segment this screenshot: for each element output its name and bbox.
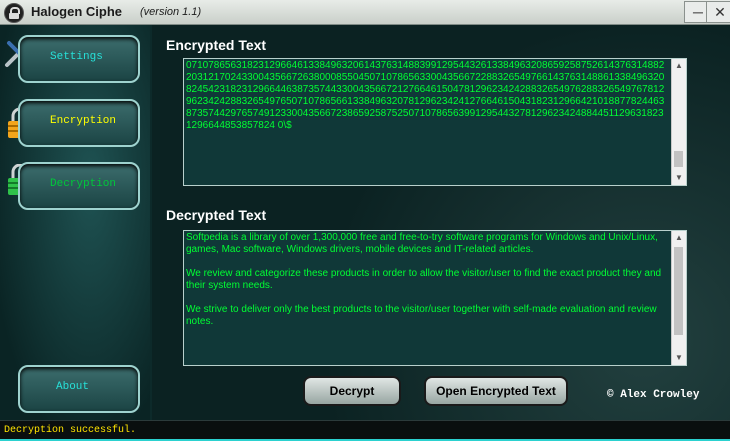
lock-icon: [4, 3, 24, 23]
app-title: Halogen Ciphe: [31, 4, 123, 19]
status-bar: Decryption successful.: [0, 420, 730, 441]
decryption-label: Decryption: [50, 178, 117, 190]
scroll-up-icon[interactable]: ▲: [672, 231, 686, 245]
sidebar: Settings Encryption Decryption About: [0, 25, 150, 420]
settings-button[interactable]: Settings: [18, 35, 140, 83]
status-message: Decryption successful.: [4, 425, 137, 436]
encrypted-scrollbar[interactable]: ▲ ▼: [671, 59, 686, 185]
settings-label: Settings: [50, 51, 103, 63]
decrypted-text-area[interactable]: Softpedia is a library of over 1,300,000…: [183, 230, 687, 366]
copyright-label: © Alex Crowley: [607, 389, 700, 401]
encrypted-text-heading: Encrypted Text: [166, 37, 267, 53]
about-label: About: [56, 381, 90, 393]
decrypted-text-heading: Decrypted Text: [166, 207, 267, 223]
encrypted-text-content: 0710786563182312966461338496320614376314…: [186, 60, 665, 131]
scroll-down-icon[interactable]: ▼: [672, 351, 686, 365]
encryption-button[interactable]: Encryption: [18, 99, 140, 147]
about-button[interactable]: About: [18, 365, 140, 413]
scroll-down-icon[interactable]: ▼: [672, 171, 686, 185]
decrypt-button[interactable]: Decrypt: [303, 376, 401, 406]
encrypted-text-area[interactable]: 0710786563182312966461338496320614376314…: [183, 58, 687, 186]
main-panel: Encrypted Text 0710786563182312966461338…: [152, 25, 730, 420]
close-button[interactable]: ✕: [706, 1, 730, 23]
scroll-thumb[interactable]: [674, 247, 683, 335]
encryption-label: Encryption: [50, 115, 117, 127]
title-bar: Halogen Ciphe (version 1.1) ─ ✕: [0, 0, 730, 25]
scroll-up-icon[interactable]: ▲: [672, 59, 686, 73]
decryption-button[interactable]: Decryption: [18, 162, 140, 210]
app-version: (version 1.1): [140, 6, 202, 18]
decrypted-scrollbar[interactable]: ▲ ▼: [671, 231, 686, 365]
decrypted-text-content: Softpedia is a library of over 1,300,000…: [186, 232, 662, 327]
scroll-thumb[interactable]: [674, 151, 683, 167]
open-encrypted-text-button[interactable]: Open Encrypted Text: [424, 376, 568, 406]
